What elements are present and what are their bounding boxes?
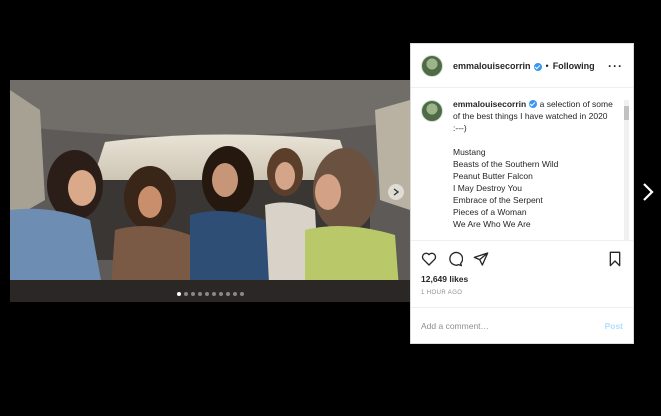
separator-dot: • [545, 60, 549, 71]
username[interactable]: emmalouisecorrin [453, 61, 531, 71]
comment-input[interactable] [421, 320, 605, 331]
heart-icon[interactable] [421, 251, 437, 267]
more-options-icon[interactable]: ··· [608, 60, 623, 72]
carousel-dot [211, 292, 216, 296]
films-list: Mustang Beasts of the Southern Wild Peanut… [453, 146, 615, 230]
carousel-dots [10, 292, 410, 296]
comment-box: Post [411, 307, 633, 343]
carousel-dot [239, 292, 244, 296]
caption-username[interactable]: emmalouisecorrin [453, 99, 526, 109]
likes-count[interactable]: 12,649 likes [411, 268, 633, 284]
film-item: I May Destroy You [453, 183, 522, 193]
share-icon[interactable] [473, 251, 489, 267]
caption-scrollbar[interactable] [624, 100, 629, 240]
carousel-dot [190, 292, 195, 296]
post-photo[interactable] [10, 80, 410, 302]
scrollbar-thumb[interactable] [624, 106, 629, 120]
film-item: Peanut Butter Falcon [453, 171, 533, 181]
film-item: Mustang [453, 147, 486, 157]
post-comment-button[interactable]: Post [605, 321, 623, 331]
caption-area[interactable]: emmalouisecorrin a selection of some of … [411, 88, 633, 240]
comment-icon[interactable] [447, 251, 463, 267]
car-interior-photo [10, 80, 410, 302]
post-timestamp[interactable]: 1 HOUR AGO [411, 284, 633, 296]
bookmark-icon[interactable] [607, 251, 623, 267]
carousel-dot [218, 292, 223, 296]
verified-badge-icon [529, 100, 538, 108]
film-item: Pieces of a Woman [453, 207, 527, 217]
carousel-dot [197, 292, 202, 296]
post-details-panel: emmalouisecorrin • Following ··· emmalou… [410, 43, 634, 344]
avatar[interactable] [421, 54, 443, 77]
carousel-dot [204, 292, 209, 296]
film-item: Embrace of the Serpent [453, 195, 543, 205]
next-post-icon[interactable] [641, 181, 655, 203]
caption: emmalouisecorrin a selection of some of … [421, 98, 619, 230]
verified-badge-icon [533, 62, 542, 71]
following-button[interactable]: Following [553, 61, 595, 71]
avatar[interactable] [421, 100, 443, 122]
photo-next-icon[interactable] [388, 184, 404, 200]
carousel-dot [225, 292, 230, 296]
carousel-dot [176, 292, 181, 296]
action-bar [411, 240, 633, 268]
caption-text: emmalouisecorrin a selection of some of … [453, 98, 615, 230]
carousel-dot [183, 292, 188, 296]
post-header: emmalouisecorrin • Following ··· [411, 44, 633, 88]
carousel-dot [232, 292, 237, 296]
film-item: We Are Who We Are [453, 219, 531, 229]
film-item: Beasts of the Southern Wild [453, 159, 559, 169]
